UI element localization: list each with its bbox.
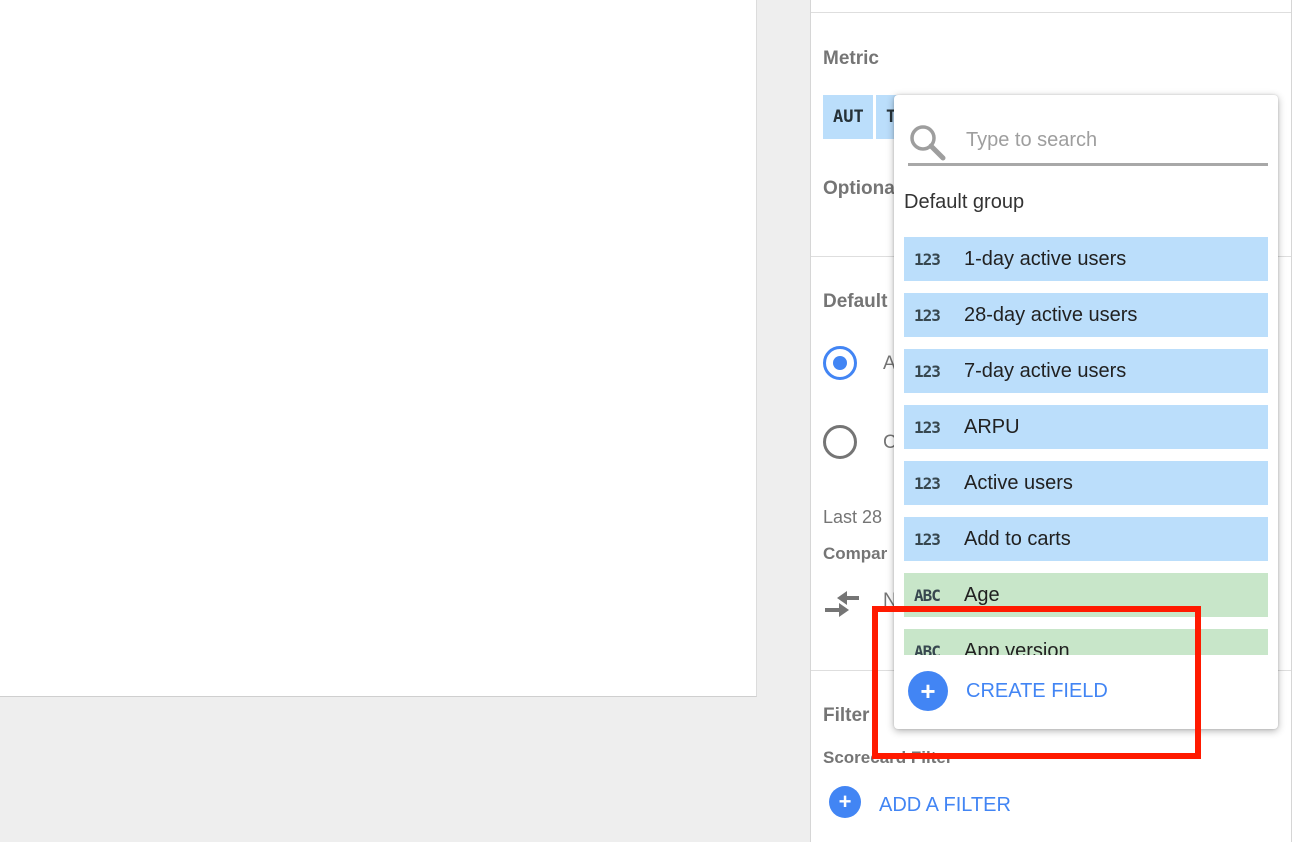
create-field-button[interactable]: CREATE FIELD: [966, 680, 1108, 703]
scorecard-filter-label: Scorecard Filter: [823, 748, 953, 767]
field-item-label: Active users: [964, 471, 1073, 494]
search-row: [908, 119, 1268, 166]
optional-metrics-label: Optiona: [823, 178, 895, 199]
field-item-app-version[interactable]: ABC App version: [904, 629, 1268, 655]
report-canvas: [0, 0, 757, 697]
text-type-icon: ABC: [914, 585, 941, 605]
default-date-range-label: Default: [823, 291, 888, 312]
compare-arrows-icon: [825, 591, 859, 617]
divider: [811, 12, 1291, 13]
field-list[interactable]: 123 1-day active users 123 28-day active…: [904, 237, 1268, 655]
field-item-label: Add to carts: [964, 527, 1071, 550]
field-item-arpu[interactable]: 123 ARPU: [904, 405, 1268, 449]
number-type-icon: 123: [914, 473, 941, 493]
field-item-add-to-carts[interactable]: 123 Add to carts: [904, 517, 1268, 561]
search-input[interactable]: [966, 125, 1256, 155]
field-item-1-day-active-users[interactable]: 123 1-day active users: [904, 237, 1268, 281]
number-type-icon: 123: [914, 529, 941, 549]
metric-label: Metric: [823, 48, 879, 69]
number-type-icon: 123: [914, 361, 941, 381]
date-range-text: Last 28: [823, 507, 883, 527]
text-type-icon: ABC: [914, 641, 941, 656]
field-item-age[interactable]: ABC Age: [904, 573, 1268, 617]
search-icon: [910, 125, 946, 161]
field-item-label: 1-day active users: [964, 247, 1127, 270]
field-picker-dropdown: Default group 123 1-day active users 123…: [894, 95, 1278, 729]
field-item-label: ARPU: [964, 415, 1020, 438]
metric-chip[interactable]: AUT: [823, 95, 873, 139]
number-type-icon: 123: [914, 305, 941, 325]
comparison-label: Compar: [823, 544, 888, 563]
radio-custom[interactable]: [823, 425, 857, 459]
plus-icon[interactable]: +: [908, 671, 948, 711]
field-item-7-day-active-users[interactable]: 123 7-day active users: [904, 349, 1268, 393]
field-item-label: 7-day active users: [964, 359, 1127, 382]
create-field-row[interactable]: + CREATE FIELD: [908, 671, 1208, 711]
number-type-icon: 123: [914, 417, 941, 437]
field-item-active-users[interactable]: 123 Active users: [904, 461, 1268, 505]
field-item-label: Age: [964, 583, 1000, 606]
number-type-icon: 123: [914, 249, 941, 269]
field-item-label: App version: [964, 639, 1070, 656]
group-label: Default group: [904, 191, 1025, 213]
radio-auto[interactable]: [823, 346, 857, 380]
field-item-28-day-active-users[interactable]: 123 28-day active users: [904, 293, 1268, 337]
field-item-label: 28-day active users: [964, 303, 1138, 326]
filter-label: Filter: [823, 705, 870, 726]
add-filter-button[interactable]: ADD A FILTER: [879, 794, 1011, 817]
add-filter-icon[interactable]: +: [829, 786, 861, 818]
